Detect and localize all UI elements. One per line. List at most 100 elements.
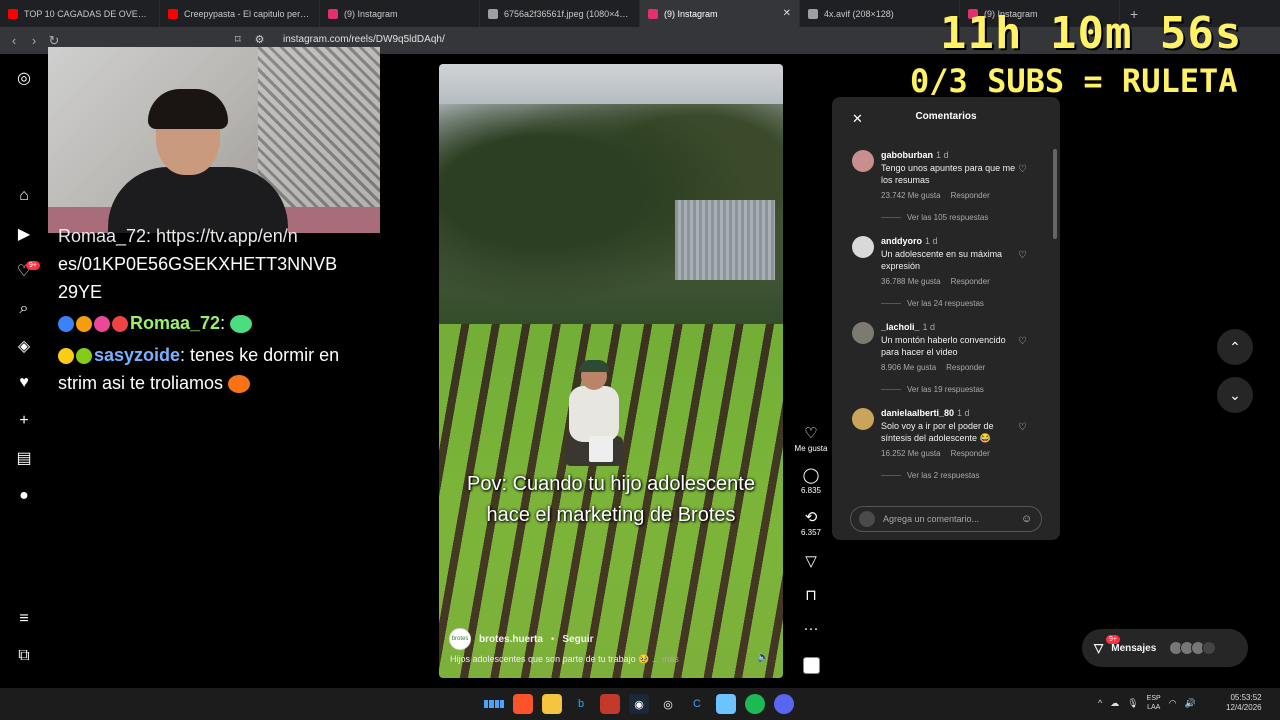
language-indicator[interactable]: ESP LAA [1147, 694, 1161, 712]
profile-icon[interactable]: ● [14, 486, 34, 506]
share-button[interactable]: ▽ [793, 552, 829, 570]
forward-icon[interactable]: › [24, 33, 44, 48]
browser-tab[interactable]: 6756a2f36561f.jpeg (1080×486) [480, 0, 640, 27]
chevron-up-icon[interactable]: ^ [1098, 698, 1102, 708]
chat-message: Romaa_72: https://tv.app/en/n es/01KP0E5… [58, 222, 358, 306]
bing-icon[interactable]: b [571, 694, 591, 714]
author-username[interactable]: brotes.huerta [479, 634, 543, 645]
search-icon[interactable]: ⌕ [14, 299, 34, 319]
obs-icon[interactable]: ◎ [658, 694, 678, 714]
comment-user[interactable]: gaboburban 1 d [881, 150, 949, 160]
comment-likes: 23.742 Me gusta [881, 191, 941, 200]
reply-button[interactable]: Responder [951, 277, 990, 286]
scrollbar[interactable] [1053, 149, 1057, 239]
wifi-icon[interactable]: ◠ [1169, 698, 1177, 709]
next-reel-button[interactable]: ⌄ [1217, 377, 1253, 413]
network-icon[interactable]: ☁ [1110, 698, 1119, 709]
site-settings-icon[interactable]: ⚙ [255, 33, 265, 46]
more-link[interactable]: ... más [652, 654, 679, 664]
heart-icon[interactable]: ♡ [1018, 250, 1027, 261]
emoji-icon[interactable]: ☺ [1021, 513, 1032, 525]
chat-message: Romaa_72: [58, 309, 358, 337]
reply-button[interactable]: Responder [951, 449, 990, 458]
tab-title: (9) Instagram [664, 8, 718, 19]
save-button[interactable]: ⊓ [793, 586, 829, 604]
avatar[interactable] [852, 150, 874, 172]
dashboard-icon[interactable]: ▤ [14, 448, 34, 468]
comment-user[interactable]: anddyoro 1 d [881, 236, 938, 246]
windows-taskbar: b ◉ ◎ C ^ ☁ 🎙 ESP LAA ◠ 🔊 05:53:52 12/4/… [0, 688, 1280, 720]
view-replies-button[interactable]: Ver las 2 respuestas [881, 471, 979, 480]
menu-icon[interactable]: ≡ [14, 609, 34, 629]
discord-icon[interactable] [774, 694, 794, 714]
explore-icon[interactable]: ◈ [14, 336, 34, 356]
reel-video[interactable]: Pov: Cuando tu hijo adolescente hace el … [439, 64, 783, 678]
avatar[interactable] [852, 408, 874, 430]
steam-icon[interactable]: ◉ [629, 694, 649, 714]
send-icon: ▽ [805, 553, 817, 570]
avatar[interactable] [852, 322, 874, 344]
heart-icon[interactable]: ♡ [1018, 164, 1027, 175]
instagram-logo-icon[interactable]: ◎ [14, 68, 34, 88]
browser-tab[interactable]: TOP 10 CAGADAS DE OVEJA FREE F [0, 0, 160, 27]
browser-tab[interactable]: (9) Instagram [320, 0, 480, 27]
view-replies-button[interactable]: Ver las 105 respuestas [881, 213, 988, 222]
start-icon[interactable] [484, 694, 504, 714]
bookmark-icon[interactable]: ⌑ [235, 33, 241, 46]
view-replies-button[interactable]: Ver las 24 respuestas [881, 299, 984, 308]
messages-button[interactable]: ▽ 9+ Mensajes [1082, 629, 1248, 667]
previous-reel-button[interactable]: ⌃ [1217, 329, 1253, 365]
spotify-icon[interactable] [745, 694, 765, 714]
comment-icon: ◯ [802, 467, 820, 484]
mic-icon[interactable]: 🎙 [1127, 698, 1138, 709]
notepad-icon[interactable] [716, 694, 736, 714]
comment-text: Tengo unos apuntes para que me los resum… [881, 163, 1016, 185]
comment-text: Un montón haberlo convencido para hacer … [881, 335, 1006, 357]
volume-icon[interactable]: 🔈 [757, 652, 769, 663]
app-icon[interactable] [600, 694, 620, 714]
comment-user[interactable]: danielaalberti_80 1 d [881, 408, 970, 418]
heart-icon[interactable]: ♡ [1018, 422, 1027, 433]
chat-username[interactable]: Romaa_72 [130, 313, 220, 333]
close-tab-icon[interactable]: ✕ [783, 8, 791, 19]
chevron-down-icon: ⌄ [1229, 386, 1241, 403]
system-clock[interactable]: 05:53:52 12/4/2026 [1226, 693, 1262, 713]
avatar [859, 511, 875, 527]
repost-button[interactable]: ⟲ 6.357 [793, 508, 829, 537]
comment-input[interactable] [883, 514, 1013, 524]
browser-tab[interactable]: Creepypasta - El capitulo perdido d [160, 0, 320, 27]
reply-button[interactable]: Responder [951, 191, 990, 200]
follow-button[interactable]: Seguir [562, 634, 593, 645]
browser-tab[interactable]: 4x.avif (208×128) [800, 0, 960, 27]
back-icon[interactable]: ‹ [4, 33, 24, 48]
tab-favicon-icon [488, 8, 498, 19]
home-icon[interactable]: ⌂ [14, 186, 34, 206]
reels-icon[interactable]: ▶ [14, 224, 34, 244]
comment-meta: 23.742 Me gusta Responder [881, 191, 1000, 200]
like-button[interactable]: ♡ Me gusta [793, 424, 829, 453]
brave-icon[interactable] [513, 694, 533, 714]
comment-user[interactable]: _lacholi_ 1 d [881, 322, 935, 332]
like-label: Me gusta [794, 444, 828, 453]
more-options-button[interactable]: ··· [793, 620, 829, 637]
folder-icon[interactable] [542, 694, 562, 714]
chat-username[interactable]: sasyzoide [94, 345, 180, 365]
comment-meta: 8.906 Me gusta Responder [881, 363, 995, 372]
tab-title: 6756a2f36561f.jpeg (1080×486) [504, 8, 631, 19]
avatar[interactable] [852, 236, 874, 258]
ccleaner-icon[interactable]: C [687, 694, 707, 714]
comments-title: Comentarios [915, 111, 977, 122]
volume-icon[interactable]: 🔊 [1185, 698, 1196, 709]
create-icon[interactable]: + [14, 411, 34, 431]
heart-icon[interactable]: ♡ [1018, 336, 1027, 347]
activity-icon[interactable]: ♥ [14, 373, 34, 393]
browser-tab[interactable]: (9) Instagram ✕ [640, 0, 800, 27]
audio-thumbnail[interactable] [803, 657, 820, 674]
reply-button[interactable]: Responder [946, 363, 985, 372]
author-avatar[interactable]: brotes [449, 628, 471, 650]
apps-icon[interactable]: ⧉ [14, 646, 34, 666]
chat-text: Romaa_72: https://tv.app/en/n [58, 226, 298, 246]
comment-button[interactable]: ◯ 6.835 [793, 466, 829, 495]
view-replies-button[interactable]: Ver las 19 respuestas [881, 385, 984, 394]
url-field[interactable]: instagram.com/reels/DW9q5ldDAqh/ [283, 34, 445, 45]
